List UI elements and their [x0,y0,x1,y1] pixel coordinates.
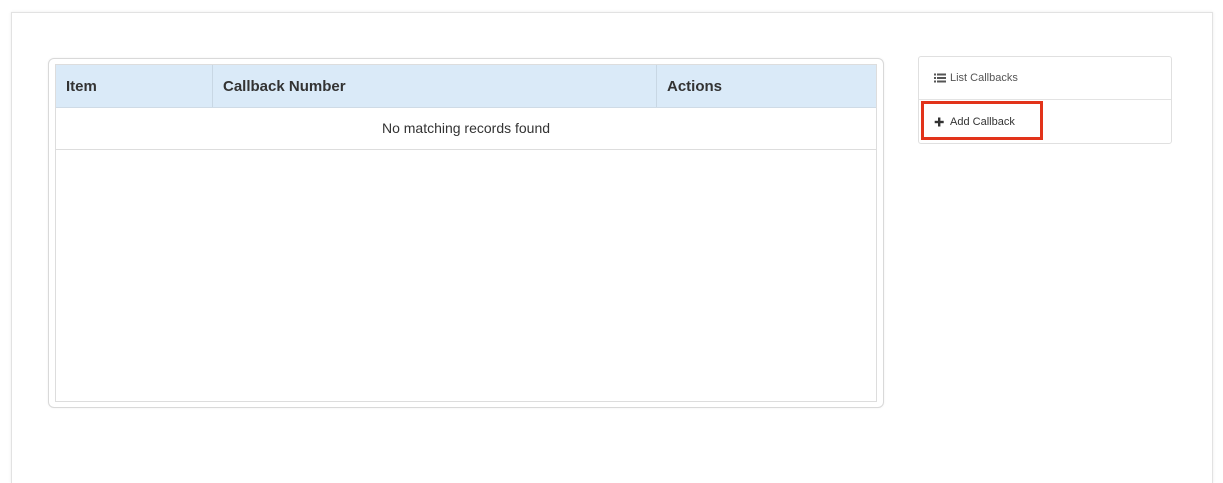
list-icon [934,73,946,83]
add-callback-link[interactable]: Add Callback [919,100,1171,143]
list-callbacks-link[interactable]: List Callbacks [919,57,1171,100]
column-header-actions[interactable]: Actions [657,65,876,107]
plus-icon [934,117,946,127]
add-callback-label: Add Callback [950,115,1015,128]
list-callbacks-label: List Callbacks [950,72,1018,84]
table-header-row: Item Callback Number Actions [56,65,876,108]
callbacks-table-card: Item Callback Number Actions No matching… [48,58,884,408]
empty-state-message: No matching records found [56,108,876,150]
column-header-item[interactable]: Item [56,65,213,107]
column-header-callback-number[interactable]: Callback Number [213,65,657,107]
side-menu: List Callbacks Add Callback [918,56,1172,144]
callbacks-table: Item Callback Number Actions No matching… [55,64,877,402]
